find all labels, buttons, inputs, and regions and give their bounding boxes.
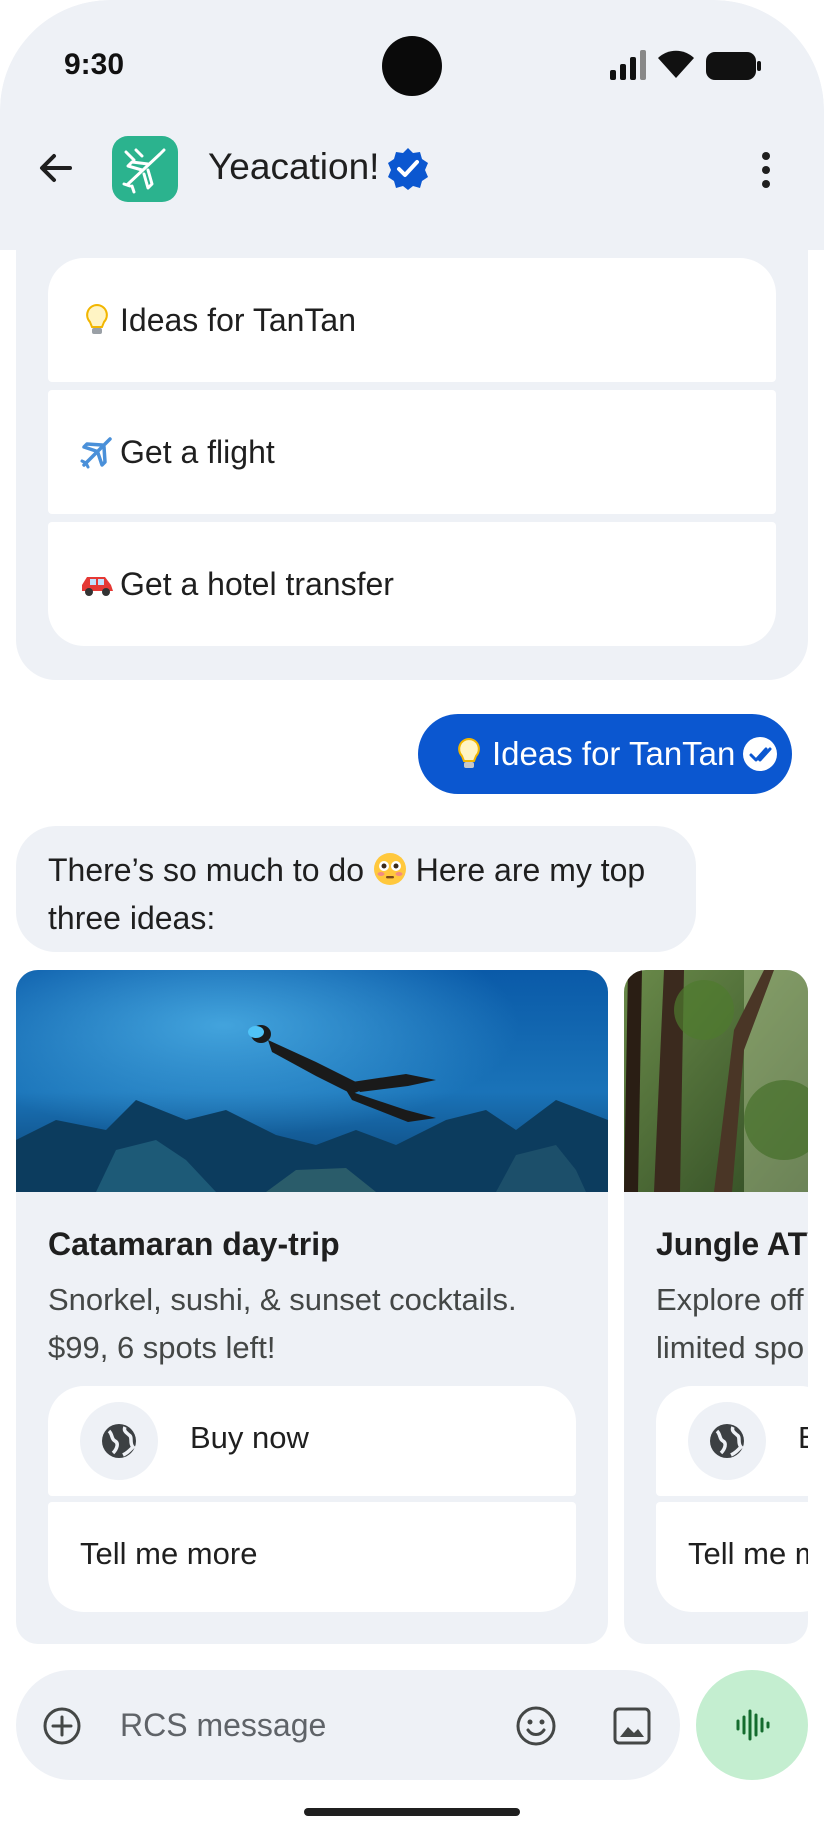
card-description-line: limited spo <box>656 1330 805 1365</box>
read-receipt-icon <box>743 737 777 771</box>
camera-cutout <box>382 36 442 96</box>
incoming-text-before: There’s so much to do <box>48 852 365 888</box>
buy-now-label: Buy now <box>190 1420 309 1455</box>
chat-title: Yeacation! <box>208 146 380 187</box>
suggestion-ideas[interactable]: Ideas for TanTan <box>48 258 776 382</box>
airplane-icon <box>80 437 112 469</box>
jungle-photo <box>624 970 808 1192</box>
lightbulb-icon <box>86 303 108 334</box>
message-composer <box>16 1670 680 1780</box>
emoji-icon[interactable] <box>514 1704 558 1748</box>
add-circle-icon[interactable] <box>42 1706 82 1746</box>
card-description: Snorkel, sushi, & sunset cocktails. $99,… <box>48 1276 517 1372</box>
waveform-icon <box>736 1709 770 1741</box>
outgoing-message[interactable]: Ideas for TanTan <box>418 714 792 794</box>
rich-card-catamaran[interactable]: Catamaran day-trip Snorkel, sushi, & sun… <box>16 970 608 1644</box>
globe-icon <box>80 1402 158 1480</box>
voice-message-button[interactable] <box>696 1670 808 1780</box>
tell-me-more-label: Tell me more <box>80 1536 258 1571</box>
suggestion-label: Get a hotel transfer <box>120 565 394 602</box>
buy-now-button[interactable]: Buy now <box>656 1386 808 1496</box>
message-input[interactable] <box>120 1700 500 1750</box>
wifi-icon <box>658 50 694 78</box>
suggestion-hotel-transfer[interactable]: Get a hotel transfer <box>48 522 776 646</box>
incoming-message: There’s so much to do Here are my top th… <box>16 826 696 952</box>
verified-badge-icon <box>388 148 428 190</box>
flushed-face-icon <box>373 853 406 885</box>
phone-screen: 9:30 Yeacation! Ideas for TanTan Get a f… <box>0 0 824 1838</box>
snorkel-photo <box>16 970 608 1192</box>
back-arrow-icon[interactable] <box>36 148 76 188</box>
card-description-line: $99, 6 spots left! <box>48 1330 276 1365</box>
card-title: Jungle ATV <box>656 1226 808 1262</box>
rich-card-jungle-atv[interactable]: Jungle ATV Explore off limited spo Buy n… <box>624 970 808 1644</box>
card-description: Explore off limited spo <box>656 1276 804 1372</box>
card-description-line: Explore off <box>656 1282 804 1317</box>
tell-me-more-button[interactable]: Tell me more <box>656 1502 808 1612</box>
suggestion-flight[interactable]: Get a flight <box>48 390 776 514</box>
status-time: 9:30 <box>64 48 125 81</box>
buy-now-button[interactable]: Buy now <box>48 1386 576 1496</box>
app-logo-icon[interactable] <box>112 136 178 202</box>
tell-me-more-label: Tell me more <box>688 1536 808 1571</box>
suggestion-label: Ideas for TanTan <box>120 301 357 338</box>
image-gallery-icon[interactable] <box>610 1704 654 1748</box>
globe-icon <box>688 1402 766 1480</box>
buy-now-label: Buy now <box>798 1420 808 1456</box>
more-vert-icon[interactable] <box>752 150 780 190</box>
card-description-line: Snorkel, sushi, & sunset cocktails. <box>48 1282 517 1317</box>
suggestion-label: Get a flight <box>120 433 275 470</box>
car-icon <box>82 577 113 596</box>
card-title: Catamaran day-trip <box>48 1226 340 1262</box>
home-indicator[interactable] <box>304 1808 520 1816</box>
lightbulb-icon <box>458 737 480 768</box>
battery-icon <box>706 52 761 80</box>
signal-icon <box>610 50 646 80</box>
tell-me-more-button[interactable]: Tell me more <box>48 1502 576 1612</box>
outgoing-text: Ideas for TanTan <box>492 735 736 772</box>
